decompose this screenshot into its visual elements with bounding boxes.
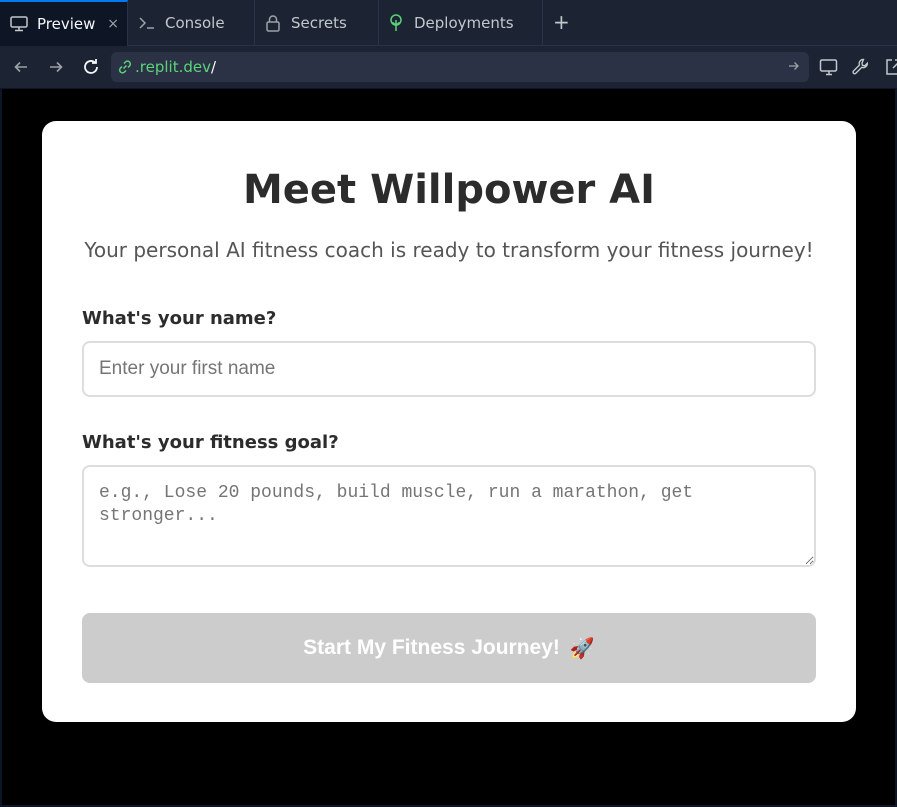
link-icon: [117, 59, 133, 75]
url-path: /: [210, 58, 217, 76]
tab-label: Preview: [37, 15, 96, 33]
tab-preview[interactable]: Preview ×: [0, 0, 128, 46]
more-menu-icon[interactable]: ⋮: [890, 13, 897, 34]
url-domain: .replit.dev: [135, 58, 211, 76]
tab-bar: Preview × Console Secrets Deployments + …: [0, 0, 897, 46]
signup-card: Meet Willpower AI Your personal AI fitne…: [42, 121, 856, 722]
open-external-icon[interactable]: [884, 57, 897, 77]
lock-icon: [264, 14, 282, 32]
back-arrow-icon[interactable]: [11, 57, 31, 77]
url-bar: .replit.dev /: [0, 46, 897, 88]
devices-icon[interactable]: [819, 57, 839, 77]
tab-deployments[interactable]: Deployments: [379, 0, 543, 46]
tab-label: Deployments: [414, 14, 514, 32]
goal-label: What's your fitness goal?: [82, 432, 339, 453]
forward-arrow-icon[interactable]: [46, 57, 66, 77]
name-label: What's your name?: [82, 308, 277, 329]
deployments-icon: [387, 14, 405, 32]
page-subtitle: Your personal AI fitness coach is ready …: [84, 238, 814, 262]
tab-secrets[interactable]: Secrets: [255, 0, 379, 46]
tab-label: Secrets: [291, 14, 347, 32]
close-icon[interactable]: ×: [107, 16, 119, 32]
url-field[interactable]: .replit.dev /: [111, 52, 809, 82]
name-input[interactable]: [82, 341, 816, 397]
go-arrow-icon[interactable]: [787, 59, 801, 73]
rocket-icon: 🚀: [569, 636, 595, 660]
start-journey-button[interactable]: Start My Fitness Journey! 🚀: [82, 613, 816, 683]
wrench-icon[interactable]: [851, 57, 871, 77]
monitor-icon: [10, 15, 28, 33]
terminal-icon: [138, 14, 156, 32]
fitness-goal-textarea[interactable]: [82, 465, 816, 567]
tab-console[interactable]: Console: [128, 0, 255, 46]
tab-label: Console: [165, 14, 225, 32]
submit-label: Start My Fitness Journey!: [303, 636, 560, 659]
new-tab-button[interactable]: +: [553, 12, 570, 32]
page-title: Meet Willpower AI: [242, 167, 656, 213]
reload-icon[interactable]: [81, 57, 101, 77]
